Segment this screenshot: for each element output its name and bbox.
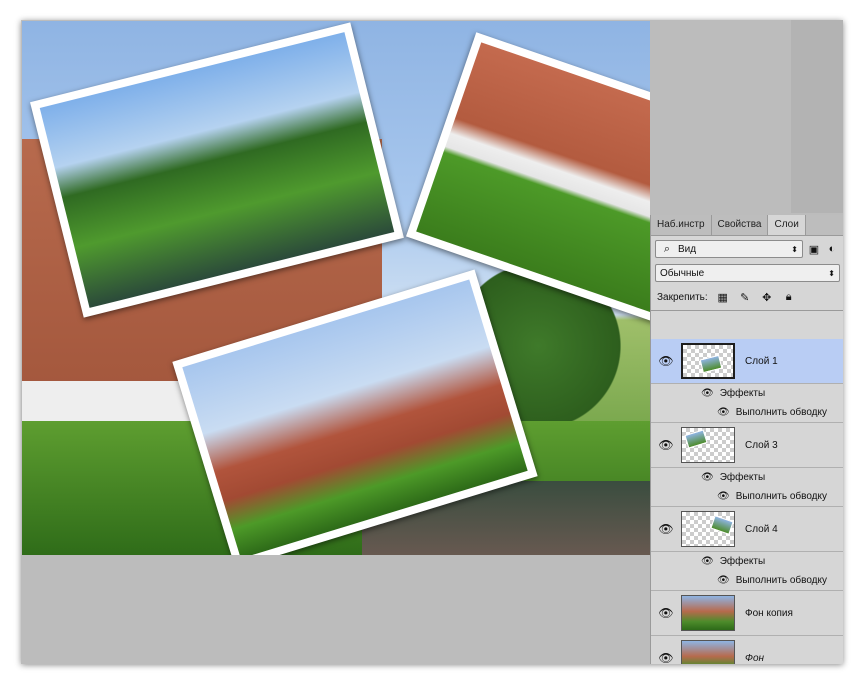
- filter-row: ⌕ Вид ⬍ ▣ ◐: [651, 236, 843, 262]
- tab-layers[interactable]: Слои: [768, 215, 806, 235]
- layer-stroke-row[interactable]: 👁︎ Выполнить обводку: [651, 571, 843, 590]
- layer-thumbnail: [681, 343, 735, 379]
- layers-list: 👁︎ Слой 1 👁︎ Эффекты 👁︎ Выполнить обводк…: [651, 339, 843, 664]
- lock-icon[interactable]: 🔒︎: [782, 290, 796, 304]
- layer-thumbnail: [681, 640, 735, 664]
- layer-effects-row[interactable]: 👁︎ Эффекты: [651, 384, 843, 403]
- document-canvas[interactable]: [22, 21, 650, 555]
- adjustment-filter-icon[interactable]: ◐: [825, 242, 839, 256]
- layer-name[interactable]: Фон: [745, 653, 764, 664]
- layer-group-1: 👁︎ Слой 1 👁︎ Эффекты 👁︎ Выполнить обводк…: [651, 339, 843, 423]
- eye-icon[interactable]: 👁︎: [651, 354, 681, 368]
- eye-icon[interactable]: 👁︎: [651, 651, 681, 664]
- eye-icon[interactable]: 👁︎: [717, 407, 730, 418]
- lock-position-icon[interactable]: ✥: [760, 290, 774, 304]
- layer-row[interactable]: 👁︎ Фон копия: [651, 591, 843, 636]
- tab-properties[interactable]: Свойства: [712, 215, 769, 235]
- eye-icon[interactable]: 👁︎: [717, 491, 730, 502]
- layer-effects-row[interactable]: 👁︎ Эффекты: [651, 552, 843, 571]
- layer-name[interactable]: Фон копия: [745, 608, 793, 619]
- layer-name[interactable]: Слой 3: [745, 440, 778, 451]
- effects-label: Эффекты: [719, 472, 766, 483]
- panel-tabs: Наб.инстр Свойства Слои: [651, 215, 843, 236]
- eye-icon[interactable]: 👁︎: [651, 438, 681, 452]
- photoshop-window: Наб.инстр Свойства Слои ⌕ Вид ⬍ ▣ ◐ Обыч…: [21, 20, 843, 664]
- layer-thumbnail: [681, 595, 735, 631]
- workspace-gray-area: [791, 20, 843, 213]
- stroke-label: Выполнить обводку: [735, 491, 827, 502]
- layer-row[interactable]: 👁︎ Слой 4: [651, 507, 843, 552]
- image-filter-icon[interactable]: ▣: [807, 242, 821, 256]
- lock-paint-icon[interactable]: ✎: [738, 290, 752, 304]
- layer-thumbnail-photo: [710, 515, 734, 535]
- layer-group-4: 👁︎ Слой 4 👁︎ Эффекты 👁︎ Выполнить обводк…: [651, 507, 843, 591]
- layer-thumbnail-photo: [684, 429, 708, 449]
- eye-icon[interactable]: 👁︎: [701, 556, 714, 567]
- stroke-label: Выполнить обводку: [735, 575, 827, 586]
- eye-icon[interactable]: 👁︎: [701, 388, 714, 399]
- layer-stroke-row[interactable]: 👁︎ Выполнить обводку: [651, 487, 843, 506]
- stroke-label: Выполнить обводку: [735, 407, 827, 418]
- blend-mode-select[interactable]: Обычные ⬍: [655, 264, 840, 282]
- eye-icon[interactable]: 👁︎: [651, 606, 681, 620]
- layer-thumbnail: [681, 427, 735, 463]
- layer-row[interactable]: 👁︎ Фон: [651, 636, 843, 664]
- lock-row: Закрепить: ▦ ✎ ✥ 🔒︎: [651, 284, 843, 311]
- tab-presets[interactable]: Наб.инстр: [651, 215, 712, 235]
- layer-row[interactable]: 👁︎ Слой 3: [651, 423, 843, 468]
- layer-effects-row[interactable]: 👁︎ Эффекты: [651, 468, 843, 487]
- eye-icon[interactable]: 👁︎: [651, 522, 681, 536]
- lock-label: Закрепить:: [657, 291, 708, 303]
- lock-transparent-icon[interactable]: ▦: [716, 290, 730, 304]
- layer-group-3: 👁︎ Слой 3 👁︎ Эффекты 👁︎ Выполнить обводк…: [651, 423, 843, 507]
- layer-stroke-row[interactable]: 👁︎ Выполнить обводку: [651, 403, 843, 422]
- search-icon: ⌕: [663, 242, 671, 255]
- eye-icon[interactable]: 👁︎: [701, 472, 714, 483]
- layer-name[interactable]: Слой 1: [745, 356, 778, 367]
- layers-panel: Наб.инстр Свойства Слои ⌕ Вид ⬍ ▣ ◐ Обыч…: [650, 215, 843, 664]
- layer-thumbnail-photo: [699, 354, 723, 374]
- filter-kind-label: Вид: [678, 243, 697, 255]
- effects-label: Эффекты: [719, 388, 766, 399]
- layer-name[interactable]: Слой 4: [745, 524, 778, 535]
- effects-label: Эффекты: [719, 556, 766, 567]
- layer-thumbnail: [681, 511, 735, 547]
- eye-icon[interactable]: 👁︎: [717, 575, 730, 586]
- blend-mode-value: Обычные: [660, 267, 705, 279]
- filter-kind-select[interactable]: ⌕ Вид ⬍: [655, 240, 803, 258]
- chevron-down-icon: ⬍: [791, 244, 798, 254]
- layer-row[interactable]: 👁︎ Слой 1: [651, 339, 843, 384]
- chevron-updown-icon: ⬍: [828, 268, 835, 278]
